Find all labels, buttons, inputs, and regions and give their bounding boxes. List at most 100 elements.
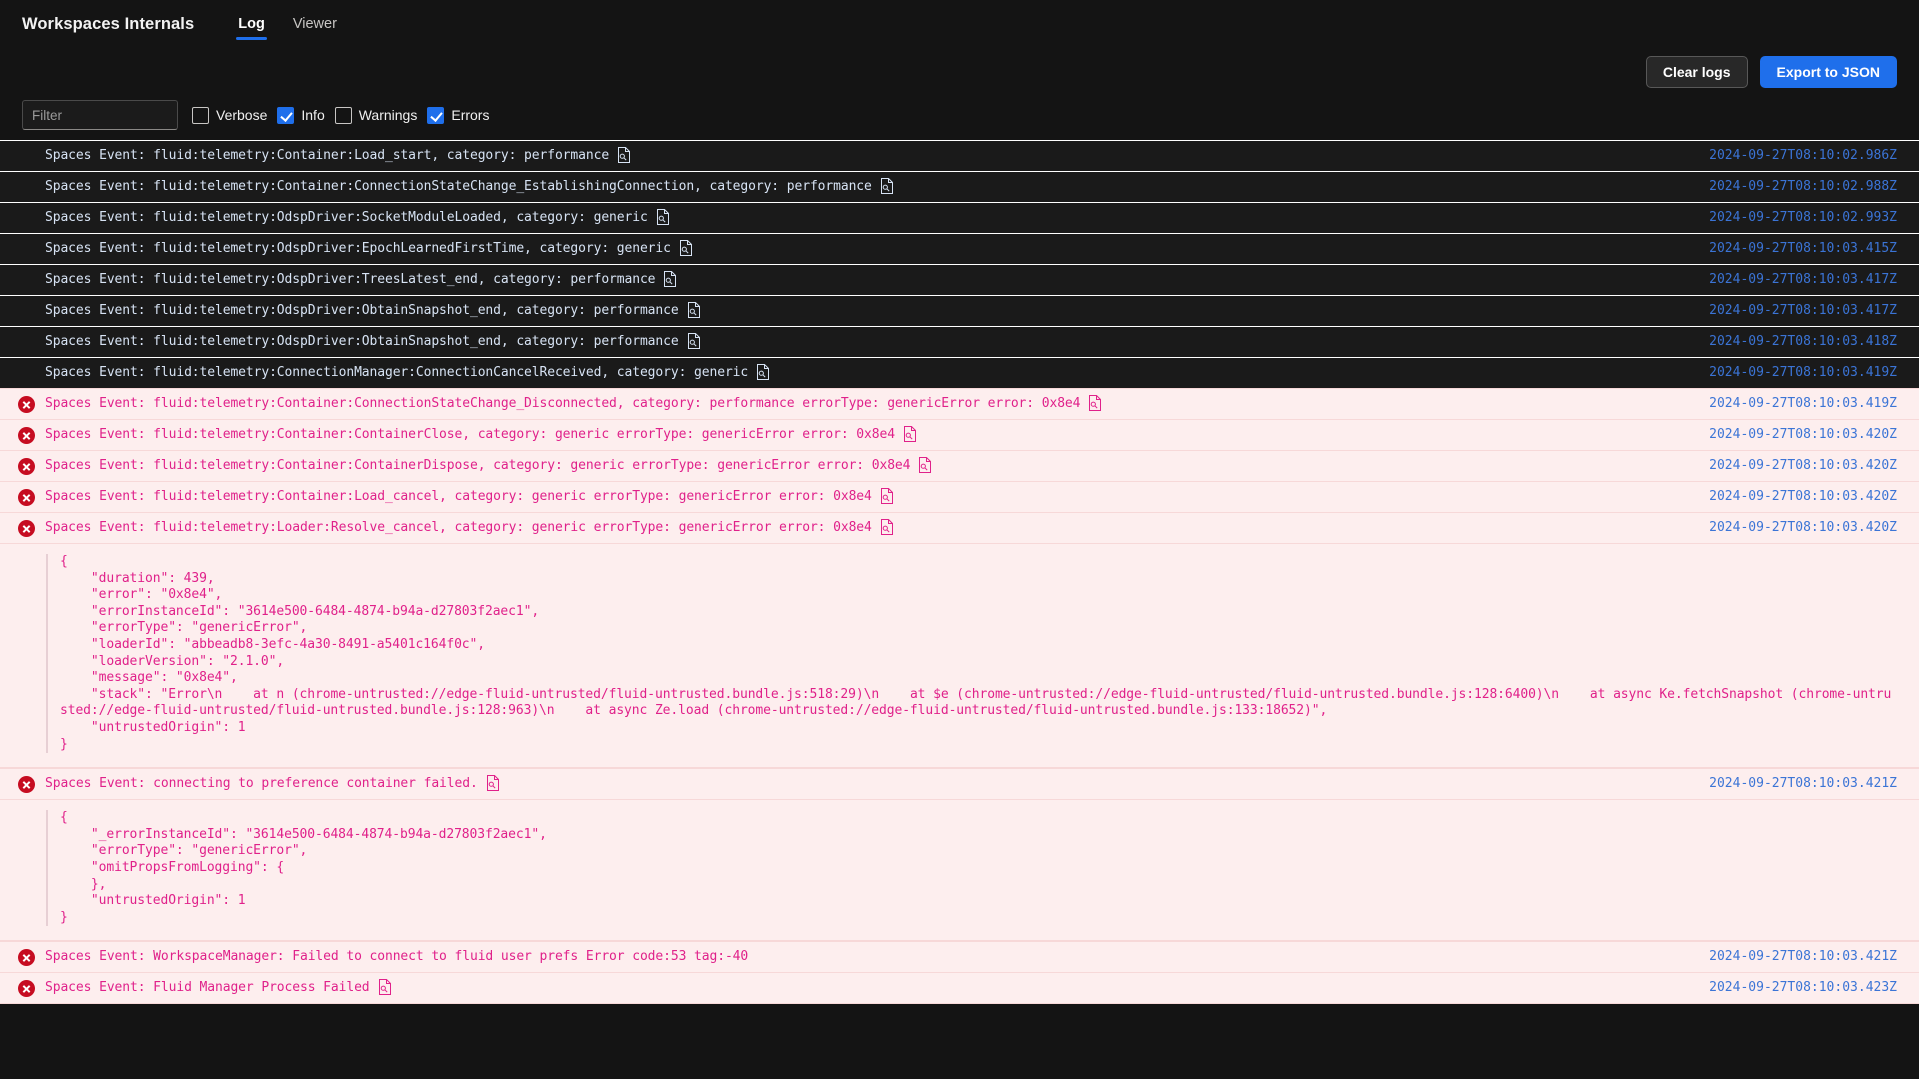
log-message-text: Spaces Event: fluid:telemetry:OdspDriver… (45, 239, 671, 258)
checkbox-warnings[interactable]: Warnings (335, 107, 418, 124)
log-row[interactable]: Spaces Event: fluid:telemetry:Container:… (0, 171, 1919, 202)
log-message: Spaces Event: fluid:telemetry:OdspDriver… (45, 332, 1685, 351)
log-message: Spaces Event: fluid:telemetry:Container:… (45, 394, 1685, 413)
log-message-text: Spaces Event: connecting to preference c… (45, 774, 478, 793)
log-message: Spaces Event: fluid:telemetry:OdspDriver… (45, 239, 1685, 258)
log-timestamp: 2024-09-27T08:10:03.421Z (1699, 947, 1897, 966)
log-timestamp: 2024-09-27T08:10:03.420Z (1699, 518, 1897, 537)
warnings-label: Warnings (359, 107, 418, 123)
info-checkbox-box[interactable] (277, 107, 294, 124)
log-row[interactable]: Spaces Event: fluid:telemetry:Container:… (0, 420, 1919, 451)
page-title: Workspaces Internals (22, 15, 194, 34)
log-row[interactable]: Spaces Event: fluid:telemetry:OdspDriver… (0, 233, 1919, 264)
copy-document-icon[interactable] (918, 457, 932, 473)
log-timestamp: 2024-09-27T08:10:03.423Z (1699, 978, 1897, 997)
log-timestamp: 2024-09-27T08:10:03.420Z (1699, 456, 1897, 475)
log-message: Spaces Event: fluid:telemetry:OdspDriver… (45, 270, 1685, 289)
toolbar: Clear logs Export to JSON (1646, 56, 1897, 88)
log-message-text: Spaces Event: fluid:telemetry:Container:… (45, 487, 872, 506)
level-filter-group: Verbose Info Warnings Errors (192, 107, 499, 124)
log-message-text: Spaces Event: fluid:telemetry:Connection… (45, 363, 748, 382)
log-message-text: Spaces Event: WorkspaceManager: Failed t… (45, 947, 748, 966)
verbose-checkbox-box[interactable] (192, 107, 209, 124)
error-circle-icon (18, 427, 36, 445)
log-message: Spaces Event: connecting to preference c… (45, 774, 1685, 793)
copy-document-icon[interactable] (880, 519, 894, 535)
search-input[interactable] (22, 100, 178, 130)
log-message-text: Spaces Event: fluid:telemetry:OdspDriver… (45, 208, 648, 227)
log-timestamp: 2024-09-27T08:10:03.417Z (1699, 301, 1897, 320)
copy-document-icon[interactable] (679, 240, 693, 256)
log-message-text: Spaces Event: fluid:telemetry:OdspDriver… (45, 270, 655, 289)
export-to-json-button[interactable]: Export to JSON (1760, 56, 1897, 88)
log-timestamp: 2024-09-27T08:10:02.986Z (1699, 146, 1897, 165)
log-row[interactable]: Spaces Event: fluid:telemetry:OdspDriver… (0, 295, 1919, 326)
error-circle-glyph (18, 489, 35, 506)
log-timestamp: 2024-09-27T08:10:02.988Z (1699, 177, 1897, 196)
warnings-checkbox-box[interactable] (335, 107, 352, 124)
log-row[interactable]: Spaces Event: fluid:telemetry:OdspDriver… (0, 326, 1919, 357)
error-circle-glyph (18, 980, 35, 997)
copy-document-icon[interactable] (880, 178, 894, 194)
tab-bar: Log Viewer (224, 0, 351, 48)
log-message-text: Spaces Event: fluid:telemetry:Loader:Res… (45, 518, 872, 537)
log-row[interactable]: Spaces Event: fluid:telemetry:OdspDriver… (0, 264, 1919, 295)
copy-document-icon[interactable] (1088, 395, 1102, 411)
copy-document-icon[interactable] (617, 147, 631, 163)
log-row[interactable]: Spaces Event: Fluid Manager Process Fail… (0, 973, 1919, 1004)
log-row[interactable]: Spaces Event: fluid:telemetry:Container:… (0, 140, 1919, 171)
log-row[interactable]: Spaces Event: fluid:telemetry:Container:… (0, 388, 1919, 420)
log-row[interactable]: Spaces Event: fluid:telemetry:Container:… (0, 482, 1919, 513)
checkbox-verbose[interactable]: Verbose (192, 107, 267, 124)
tab-viewer[interactable]: Viewer (279, 0, 351, 48)
log-timestamp: 2024-09-27T08:10:03.417Z (1699, 270, 1897, 289)
copy-document-icon[interactable] (687, 333, 701, 349)
clear-logs-button[interactable]: Clear logs (1646, 56, 1748, 88)
detail-block-preference-container: { "_errorInstanceId": "3614e500-6484-487… (0, 800, 1919, 941)
log-message: Spaces Event: fluid:telemetry:Container:… (45, 456, 1685, 475)
log-message-text: Spaces Event: fluid:telemetry:Container:… (45, 425, 895, 444)
copy-document-icon[interactable] (663, 271, 677, 287)
error-circle-icon (18, 776, 36, 794)
log-timestamp: 2024-09-27T08:10:03.420Z (1699, 487, 1897, 506)
log-message-text: Spaces Event: fluid:telemetry:Container:… (45, 146, 609, 165)
log-timestamp: 2024-09-27T08:10:03.418Z (1699, 332, 1897, 351)
log-row[interactable]: Spaces Event: fluid:telemetry:Loader:Res… (0, 513, 1919, 544)
error-circle-icon (18, 520, 36, 538)
log-row[interactable]: Spaces Event: fluid:telemetry:Connection… (0, 357, 1919, 388)
log-row[interactable]: Spaces Event: connecting to preference c… (0, 768, 1919, 800)
log-timestamp: 2024-09-27T08:10:03.420Z (1699, 425, 1897, 444)
copy-document-icon[interactable] (756, 364, 770, 380)
log-row[interactable]: Spaces Event: fluid:telemetry:Container:… (0, 451, 1919, 482)
log-timestamp: 2024-09-27T08:10:02.993Z (1699, 208, 1897, 227)
log-row[interactable]: Spaces Event: fluid:telemetry:OdspDriver… (0, 202, 1919, 233)
copy-document-icon[interactable] (903, 426, 917, 442)
verbose-label: Verbose (216, 107, 267, 123)
log-message: Spaces Event: fluid:telemetry:OdspDriver… (45, 208, 1685, 227)
error-circle-glyph (18, 776, 35, 793)
errors-checkbox-box[interactable] (427, 107, 444, 124)
copy-document-icon[interactable] (378, 979, 392, 995)
copy-document-icon[interactable] (880, 488, 894, 504)
checkbox-info[interactable]: Info (277, 107, 324, 124)
log-message: Spaces Event: WorkspaceManager: Failed t… (45, 947, 1685, 966)
error-circle-icon (18, 489, 36, 507)
copy-document-icon[interactable] (656, 209, 670, 225)
log-message: Spaces Event: fluid:telemetry:Container:… (45, 487, 1685, 506)
log-row[interactable]: Spaces Event: WorkspaceManager: Failed t… (0, 941, 1919, 973)
errors-label: Errors (451, 107, 489, 123)
filter-bar: Verbose Info Warnings Errors (22, 98, 499, 132)
log-list[interactable]: Spaces Event: fluid:telemetry:Container:… (0, 140, 1919, 1079)
log-message: Spaces Event: fluid:telemetry:Connection… (45, 363, 1685, 382)
log-message: Spaces Event: fluid:telemetry:OdspDriver… (45, 301, 1685, 320)
log-message-text: Spaces Event: fluid:telemetry:Container:… (45, 177, 872, 196)
workspaces-internals-window: Workspaces Internals Log Viewer Clear lo… (0, 0, 1919, 1079)
log-message-text: Spaces Event: fluid:telemetry:OdspDriver… (45, 301, 679, 320)
copy-document-icon[interactable] (486, 775, 500, 791)
copy-document-icon[interactable] (687, 302, 701, 318)
tab-log[interactable]: Log (224, 0, 279, 48)
error-circle-glyph (18, 949, 35, 966)
error-circle-icon (18, 458, 36, 476)
log-message: Spaces Event: fluid:telemetry:Loader:Res… (45, 518, 1685, 537)
checkbox-errors[interactable]: Errors (427, 107, 489, 124)
